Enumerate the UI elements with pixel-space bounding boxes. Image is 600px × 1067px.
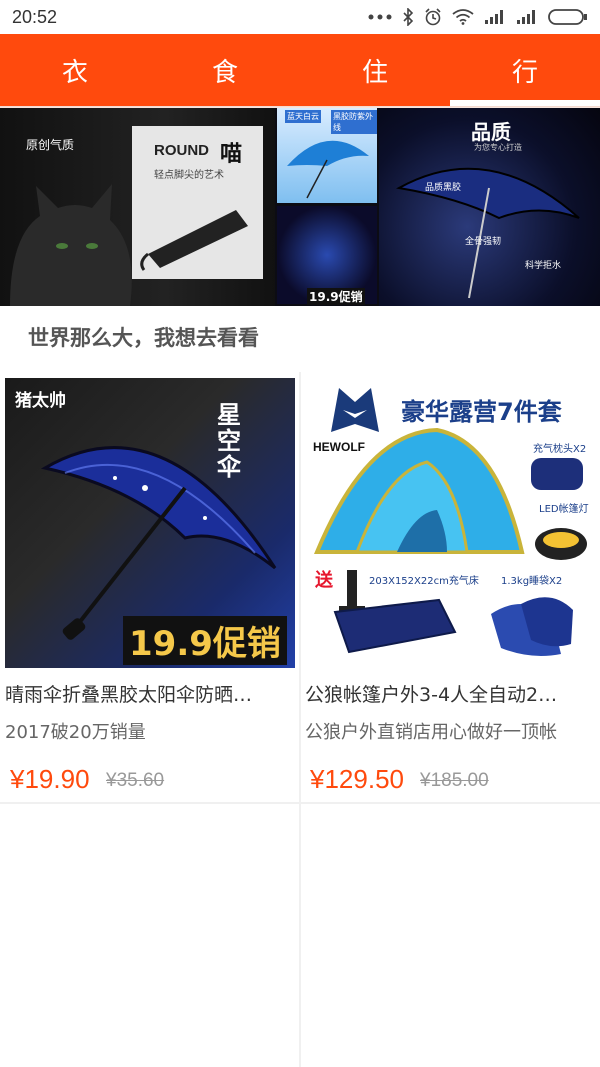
product-label-bed: 203X152X22cm充气床 xyxy=(369,576,479,587)
product-grid: 猪太帅 星空伞 19.9促销 晴雨伞折叠黑胶太阳伞防晒… 2017破20万销量 … xyxy=(0,372,600,1067)
grid-divider-vertical xyxy=(299,372,301,1067)
status-icons xyxy=(368,8,588,26)
folded-umbrella-icon xyxy=(140,210,248,271)
promo-banner[interactable]: 原创气质 ROUND 喵 轻点脚尖的艺术 蓝天白云 黑胶防紫外线 19.9促销 … xyxy=(0,108,600,306)
product-card[interactable]: HEWOLF 豪华露营7件套 充气枕头X2 LED帐篷灯 送 203X152X2… xyxy=(302,372,600,802)
banner-text-original: 原创气质 xyxy=(26,138,75,152)
tab-label: 行 xyxy=(511,57,538,88)
pillow-icon xyxy=(531,458,583,490)
product-price: ¥129.50 xyxy=(310,764,404,794)
tab-label: 衣 xyxy=(61,57,88,88)
cat-silhouette-icon xyxy=(10,184,132,306)
banner-sky-umbrella: 蓝天白云 黑胶防紫外线 19.9促销 xyxy=(275,108,379,306)
banner-text-round: ROUND xyxy=(154,142,209,159)
product-subtitle: 公狼户外直销店用心做好一顶帐 xyxy=(305,722,557,743)
product-card[interactable]: 猪太帅 星空伞 19.9促销 晴雨伞折叠黑胶太阳伞防晒… 2017破20万销量 … xyxy=(0,372,298,802)
tab-clothing[interactable]: 衣 xyxy=(0,34,150,106)
banner-tag-sky: 蓝天白云 xyxy=(285,110,321,123)
category-tabs: 衣 食 住 行 xyxy=(0,34,600,106)
signal-icon xyxy=(485,10,503,24)
tab-food[interactable]: 食 xyxy=(150,34,300,106)
alarm-icon xyxy=(425,8,441,26)
tab-label: 食 xyxy=(211,57,238,88)
banner-quality: 品质 为您专心打造 品质黑胶 全骨强韧 科学拒水 xyxy=(379,108,600,306)
product-label-pillow: 充气枕头X2 xyxy=(533,444,587,455)
tab-travel[interactable]: 行 xyxy=(450,34,600,106)
banner-card: ROUND 喵 轻点脚尖的艺术 xyxy=(132,126,263,279)
tent-icon xyxy=(313,427,525,554)
product-image[interactable]: HEWOLF 豪华露营7件套 充气枕头X2 LED帐篷灯 送 203X152X2… xyxy=(305,378,595,668)
banner-sky-panel: 蓝天白云 黑胶防紫外线 xyxy=(277,108,377,203)
banner-label-3: 科学拒水 xyxy=(525,261,562,271)
banner-label-1: 品质黑胶 xyxy=(425,183,462,193)
product-label-lamp: LED帐篷灯 xyxy=(539,504,589,515)
banner-text-cat: 喵 xyxy=(220,142,243,167)
product-promo: 19.9促销 xyxy=(123,616,287,665)
sleeping-bag-icon xyxy=(491,597,573,656)
battery-icon xyxy=(548,9,587,25)
product-subtitle: 2017破20万销量 xyxy=(5,722,146,743)
open-umbrella-icon xyxy=(287,140,369,199)
bluetooth-icon xyxy=(403,8,414,26)
signal-2-icon xyxy=(517,10,535,24)
product-original-price: ¥185.00 xyxy=(420,770,489,791)
banner-label-2: 全骨强韧 xyxy=(465,237,502,247)
banner-star-panel: 19.9促销 xyxy=(277,206,377,305)
banner-text-tagline: 轻点脚尖的艺术 xyxy=(154,170,224,181)
product-title[interactable]: 晴雨伞折叠黑胶太阳伞防晒… xyxy=(5,680,290,707)
banner-umbrella-cat: 原创气质 ROUND 喵 轻点脚尖的艺术 xyxy=(0,108,275,306)
air-bed-icon xyxy=(333,598,457,654)
section-title: 世界那么大，我想去看看 xyxy=(28,326,259,350)
banner-price-tag: 19.9促销 xyxy=(307,288,365,305)
product-original-price: ¥35.60 xyxy=(106,770,165,791)
banner-text-quality: 品质 xyxy=(471,120,511,144)
grid-divider-horizontal xyxy=(0,802,600,804)
lamp-icon xyxy=(535,528,587,560)
star-umbrella-icon xyxy=(396,167,580,299)
product-image[interactable]: 猪太帅 星空伞 19.9促销 xyxy=(5,378,295,668)
product-title[interactable]: 公狼帐篷户外3-4人全自动2… xyxy=(305,680,590,707)
tab-label: 住 xyxy=(361,57,388,88)
product-price: ¥19.90 xyxy=(10,764,90,794)
wifi-icon xyxy=(452,9,474,25)
more-dots-icon xyxy=(368,14,392,20)
status-bar: 20:52 xyxy=(0,0,600,34)
status-time: 20:52 xyxy=(12,6,58,27)
tab-housing[interactable]: 住 xyxy=(300,34,450,106)
product-label-send: 送 xyxy=(315,570,333,591)
